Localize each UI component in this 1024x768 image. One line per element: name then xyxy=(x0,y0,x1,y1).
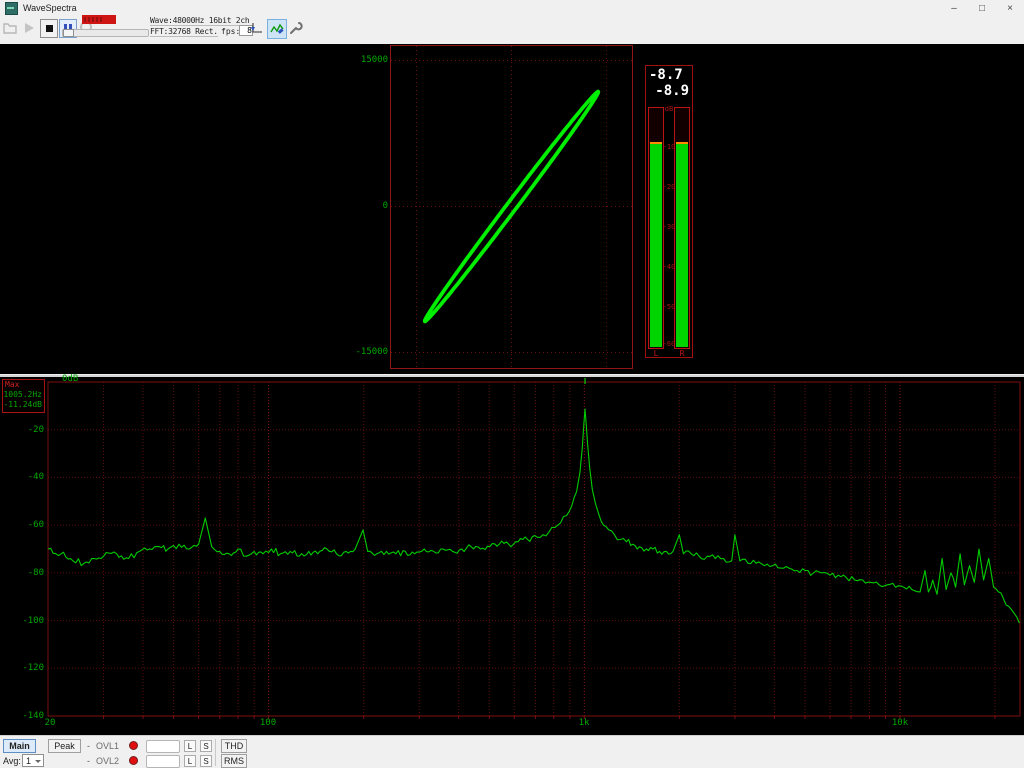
x-axis-label: 10k xyxy=(880,718,920,728)
lissajous-ymax-label: 15000 xyxy=(348,55,388,65)
titlebar: WaveSpectra – □ × xyxy=(0,0,1024,17)
x-axis-label: 100 xyxy=(248,718,288,728)
ovl2-led[interactable] xyxy=(129,756,138,765)
meter-peak-cap xyxy=(650,142,662,144)
rms-button[interactable]: RMS xyxy=(221,754,247,768)
wrench-icon xyxy=(289,21,304,36)
wave-edit-icon xyxy=(270,22,284,36)
max-level-value: -11.24dB xyxy=(3,400,44,410)
axis-icon xyxy=(249,21,264,36)
chevron-down-icon xyxy=(35,760,41,763)
status-bar: Main Peak - OVL1 L S THD Avg: 1 - OVL2 L… xyxy=(0,735,1024,768)
main-button[interactable]: Main xyxy=(3,739,36,753)
y-axis-label: -80 xyxy=(14,568,44,578)
fft-info-field: FFT:32768 Rect. xyxy=(150,27,218,37)
dash-separator: - xyxy=(87,741,90,751)
meter-channel-right xyxy=(674,107,690,349)
l-button-row2[interactable]: L xyxy=(184,755,196,767)
spectrum-panel: Max 1005.2Hz -11.24dB 0dB -20 -40 -60 -8… xyxy=(0,377,1024,735)
toolbar: Wave:48000Hz 16bit 2ch FFT:32768 Rect. f… xyxy=(0,16,1024,45)
settings-button[interactable] xyxy=(287,19,305,37)
l-button-row1[interactable]: L xyxy=(184,740,196,752)
lissajous-plot xyxy=(385,44,635,374)
app-icon xyxy=(5,2,18,15)
thd-button[interactable]: THD xyxy=(221,739,247,753)
peak-button[interactable]: Peak xyxy=(48,739,81,753)
folder-icon xyxy=(3,22,17,34)
x-axis-label: 20 xyxy=(30,718,70,728)
ovl2-label: OVL2 xyxy=(96,756,119,766)
play-button[interactable] xyxy=(21,19,37,36)
record-status-badge xyxy=(82,15,116,24)
s-button-row2[interactable]: S xyxy=(200,755,212,767)
wave-info-field: Wave:48000Hz 16bit 2ch xyxy=(150,16,242,26)
window-title: WaveSpectra xyxy=(23,3,77,13)
lissajous-yzero-label: 0 xyxy=(348,201,388,211)
dash-separator: - xyxy=(87,756,90,766)
y-axis-label: -120 xyxy=(14,663,44,673)
play-icon xyxy=(25,23,34,33)
close-button[interactable]: × xyxy=(996,0,1024,16)
spectrum-plot xyxy=(0,377,1024,735)
separator xyxy=(215,739,216,766)
x-axis-label: 1k xyxy=(564,718,604,728)
meter-scale-label: -40 xyxy=(662,263,676,271)
y-axis-0db-label: 0dB xyxy=(62,374,78,384)
meter-fill-right xyxy=(676,144,688,347)
display-mode-button[interactable] xyxy=(267,19,287,39)
ovl1-led[interactable] xyxy=(129,741,138,750)
meter-right-readout: -8.9 xyxy=(655,83,689,99)
oscilloscope-panel: 15000 0 -15000 -8.7 -8.9 dB -10 -20 -30 … xyxy=(0,44,1024,374)
meter-scale-label: -20 xyxy=(662,183,676,191)
max-readout-badge: Max 1005.2Hz -11.24dB xyxy=(2,379,45,413)
channel2-field[interactable] xyxy=(146,755,180,768)
meter-left-channel-label: L xyxy=(647,349,665,358)
y-axis-label: -40 xyxy=(14,472,44,482)
level-meter: -8.7 -8.9 dB -10 -20 -30 -40 -50 -60 L R xyxy=(645,65,693,358)
avg-value: 1 xyxy=(26,756,31,766)
meter-scale-label: -10 xyxy=(662,143,676,151)
y-axis-label: -20 xyxy=(14,425,44,435)
avg-select[interactable]: 1 xyxy=(22,754,44,767)
y-axis-label: -100 xyxy=(14,616,44,626)
s-button-row1[interactable]: S xyxy=(200,740,212,752)
meter-scale-label: -60 xyxy=(662,340,676,348)
stop-button[interactable] xyxy=(40,19,58,38)
position-slider[interactable] xyxy=(62,29,149,37)
maximize-button[interactable]: □ xyxy=(968,0,996,16)
stop-icon xyxy=(46,25,53,32)
meter-peak-cap xyxy=(676,142,688,144)
channel1-field[interactable] xyxy=(146,740,180,753)
position-slider-thumb[interactable] xyxy=(63,29,74,37)
max-title: Max xyxy=(3,380,44,390)
meter-left-readout: -8.7 xyxy=(649,67,683,83)
open-file-button[interactable] xyxy=(2,19,18,36)
axis-settings-button[interactable] xyxy=(247,19,265,37)
lissajous-ymin-label: -15000 xyxy=(348,347,388,357)
meter-right-channel-label: R xyxy=(673,349,691,358)
meter-fill-left xyxy=(650,144,662,347)
meter-scale-label: -30 xyxy=(662,223,676,231)
meter-scale-title: dB xyxy=(662,105,676,113)
avg-label: Avg: xyxy=(3,756,21,766)
max-frequency-value: 1005.2Hz xyxy=(3,390,44,400)
wavespectra-window: WaveSpectra – □ × Wave:48000Hz 16b xyxy=(0,0,1024,768)
meter-scale-label: -50 xyxy=(662,303,676,311)
y-axis-label: -60 xyxy=(14,520,44,530)
fps-label: fps: xyxy=(221,27,240,36)
ovl1-label: OVL1 xyxy=(96,741,119,751)
minimize-button[interactable]: – xyxy=(940,0,968,16)
